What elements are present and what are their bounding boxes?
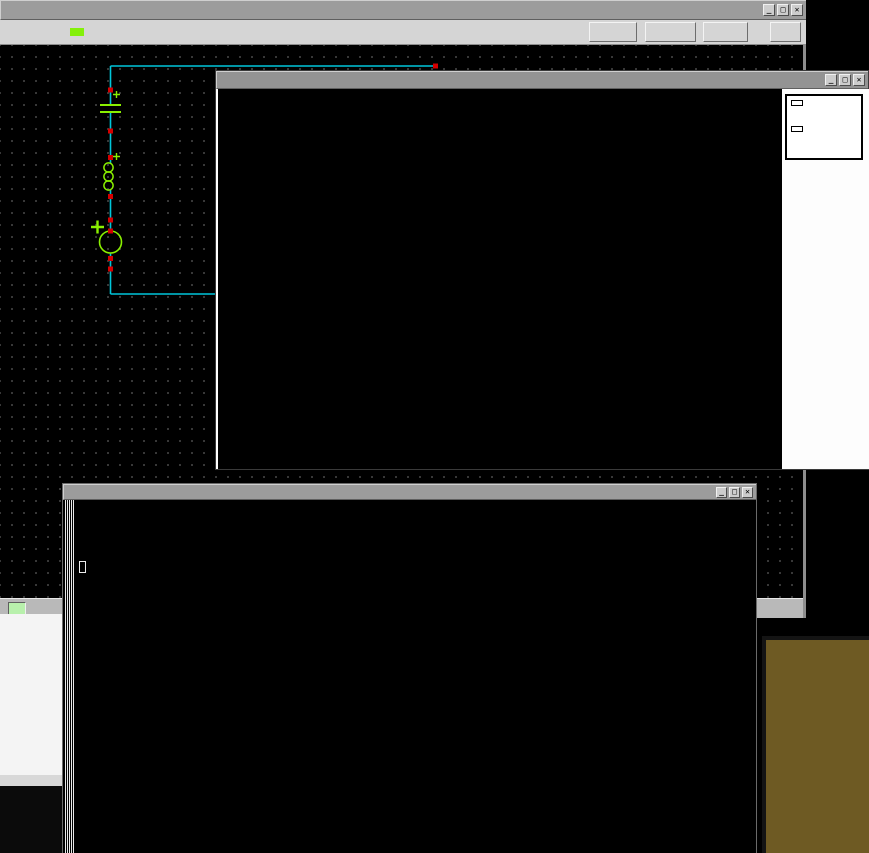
polarity-plus-icon bbox=[113, 91, 120, 160]
menu-highlight[interactable] bbox=[112, 28, 126, 36]
simulate-button[interactable] bbox=[645, 22, 696, 42]
close-icon[interactable]: ✕ bbox=[791, 4, 803, 16]
netlist-button[interactable] bbox=[703, 22, 748, 42]
menu-symbol[interactable] bbox=[98, 28, 112, 36]
background-window-olive bbox=[762, 636, 869, 853]
tran1-window: _ □ ✕ bbox=[215, 70, 869, 470]
maximize-icon[interactable]: □ bbox=[729, 487, 740, 498]
waves-button[interactable] bbox=[589, 22, 637, 42]
xschem-menubar bbox=[0, 20, 806, 45]
menu-file[interactable] bbox=[0, 28, 14, 36]
menu-layers[interactable] bbox=[70, 28, 84, 36]
terminal-output bbox=[78, 502, 131, 602]
menu-tools[interactable] bbox=[84, 28, 98, 36]
menu-view[interactable] bbox=[42, 28, 56, 36]
close-icon[interactable]: ✕ bbox=[742, 487, 753, 498]
minimize-icon[interactable]: _ bbox=[716, 487, 727, 498]
menu-options[interactable] bbox=[28, 28, 42, 36]
source-plus-icon bbox=[91, 221, 104, 234]
maximize-icon[interactable]: □ bbox=[777, 4, 789, 16]
terminal-body[interactable] bbox=[63, 500, 756, 853]
voltage-source-symbol[interactable] bbox=[100, 231, 122, 253]
tran1-control-panel bbox=[782, 89, 869, 469]
menu-properties[interactable] bbox=[56, 28, 70, 36]
menu-edit[interactable] bbox=[14, 28, 28, 36]
capacitor-symbol[interactable] bbox=[100, 105, 121, 112]
minimize-icon[interactable]: _ bbox=[763, 4, 775, 16]
ngspice-terminal-window: _ □ ✕ bbox=[62, 483, 757, 853]
terminal-titlebar[interactable]: _ □ ✕ bbox=[63, 484, 756, 500]
help-button[interactable] bbox=[770, 22, 801, 42]
hardcopy-button[interactable] bbox=[791, 126, 803, 132]
xschem-titlebar[interactable]: _ □ ✕ bbox=[0, 0, 806, 20]
close-icon[interactable]: ✕ bbox=[853, 74, 865, 86]
inductor-symbol[interactable] bbox=[104, 163, 113, 190]
minimize-icon[interactable]: _ bbox=[825, 74, 837, 86]
desktop: _ □ ✕ bbox=[0, 0, 869, 853]
waveform-plot[interactable] bbox=[218, 89, 782, 469]
background-terminal-warnings bbox=[0, 786, 62, 853]
quit-button[interactable] bbox=[791, 100, 803, 106]
terminal-cursor[interactable] bbox=[79, 561, 86, 573]
terminal-scrollbar[interactable] bbox=[64, 500, 75, 853]
menu-simulation[interactable] bbox=[126, 28, 140, 36]
tran1-titlebar[interactable]: _ □ ✕ bbox=[216, 71, 868, 89]
tran1-button-box bbox=[785, 94, 863, 160]
maximize-icon[interactable]: □ bbox=[839, 74, 851, 86]
background-window-white bbox=[0, 614, 62, 786]
